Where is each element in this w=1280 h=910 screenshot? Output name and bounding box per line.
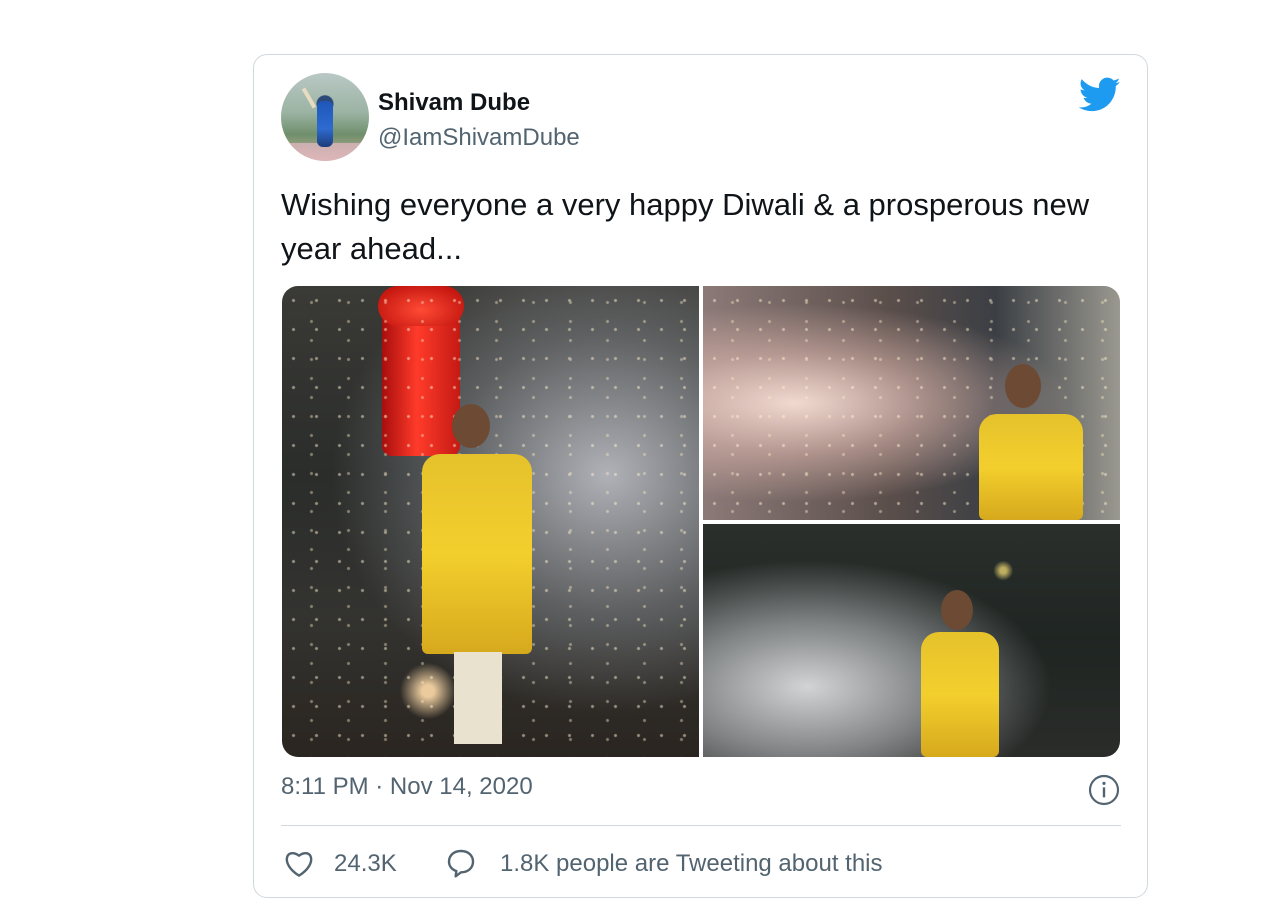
person-head: [1005, 364, 1041, 408]
twitter-bird-icon[interactable]: [1079, 77, 1121, 113]
person-head: [941, 590, 973, 630]
person-head: [452, 404, 490, 448]
avatar-figure: [317, 101, 333, 147]
heart-icon[interactable]: [283, 848, 315, 878]
media-grid: [282, 286, 1120, 757]
person-kurta: [979, 414, 1083, 520]
info-icon[interactable]: [1088, 774, 1120, 806]
author-name[interactable]: Shivam Dube: [378, 89, 530, 117]
tweet-text: Wishing everyone a very happy Diwali & a…: [281, 187, 1090, 266]
photo-fireworks-shop[interactable]: [703, 286, 1120, 520]
person-legs: [454, 652, 502, 744]
author-handle[interactable]: @IamShivamDube: [378, 124, 580, 152]
avatar[interactable]: [281, 73, 369, 161]
speech-bubble-icon[interactable]: [445, 847, 477, 879]
tweeting-about-link[interactable]: 1.8K people are Tweeting about this: [500, 850, 883, 878]
tweet-timestamp[interactable]: 8:11 PM · Nov 14, 2020: [281, 773, 533, 801]
person-kurta: [921, 632, 999, 757]
photo-diwali-lantern[interactable]: [282, 286, 699, 757]
like-count[interactable]: 24.3K: [334, 850, 397, 878]
tweet-card[interactable]: Shivam Dube @IamShivamDube Wishing every…: [253, 54, 1148, 898]
avatar-bat: [301, 87, 317, 109]
photo-night-smoke[interactable]: [703, 524, 1120, 757]
divider: [281, 825, 1121, 826]
person-kurta: [422, 454, 532, 654]
